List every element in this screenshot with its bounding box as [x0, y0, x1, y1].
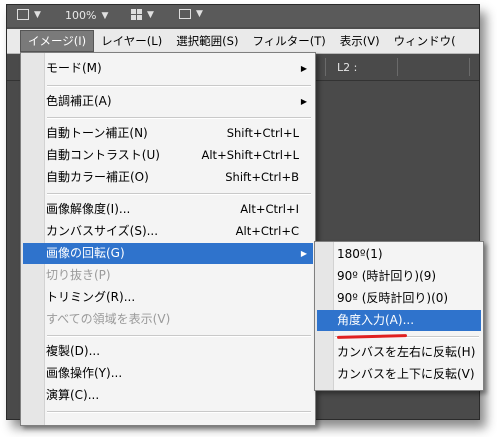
- menu-item-canvas-size[interactable]: カンバスサイズ(S)... Alt+Ctrl+C: [23, 221, 313, 242]
- menu-view[interactable]: 表示(V): [333, 31, 387, 51]
- menu-item-label: 画像の回転(G): [46, 246, 125, 260]
- menu-item-apply-image[interactable]: 画像操作(Y)...: [23, 363, 313, 384]
- arrange-documents-control[interactable]: ▼: [131, 9, 154, 20]
- menu-item-label: トリミング(R)...: [46, 290, 136, 304]
- screen-mode-icon: [17, 9, 29, 20]
- separator: [47, 117, 311, 119]
- chevron-down-icon: ▼: [34, 9, 41, 20]
- menu-select[interactable]: 選択範囲(S): [169, 31, 245, 51]
- menu-item-reveal-all: すべての領域を表示(V): [23, 309, 313, 330]
- menu-item-auto-contrast[interactable]: 自動コントラスト(U) Alt+Shift+Ctrl+L: [23, 145, 313, 166]
- divider: [397, 58, 398, 76]
- menu-item-trim[interactable]: トリミング(R)...: [23, 287, 313, 308]
- chevron-down-icon: ▼: [196, 9, 203, 19]
- menu-item-label: カンバスを上下に反転(V): [337, 367, 475, 381]
- submenu-arrow-icon: ▶: [300, 64, 307, 73]
- menu-item-label: 色調補正(A): [46, 94, 112, 108]
- rotation-submenu: 180º(1) 90º (時計回り)(9) 90º (反時計回り)(0) 角度入…: [314, 241, 484, 391]
- menu-item-label: 画像操作(Y)...: [46, 366, 123, 380]
- divider: [325, 58, 326, 76]
- menu-item-label: 自動トーン補正(N): [46, 126, 148, 140]
- menu-item-adjustments[interactable]: 色調補正(A) ▶: [23, 91, 313, 112]
- menu-image[interactable]: イメージ(I): [20, 30, 95, 52]
- chevron-down-icon: ▼: [147, 9, 154, 20]
- menu-item-label: カンバスを左右に反転(H): [337, 345, 476, 359]
- menu-item-image-size[interactable]: 画像解像度(I)... Alt+Ctrl+I: [23, 199, 313, 220]
- submenu-item-flip-vertical[interactable]: カンバスを上下に反転(V): [317, 364, 481, 385]
- menu-item-label: すべての領域を表示(V): [46, 312, 171, 326]
- shortcut-label: Shift+Ctrl+L: [226, 126, 299, 140]
- chevron-down-icon: ▼: [101, 10, 109, 21]
- shortcut-label: Alt+Ctrl+I: [240, 202, 299, 216]
- menu-item-label: モード(M): [46, 61, 102, 75]
- menu-item-label: 演算(C)...: [46, 388, 100, 402]
- menu-item-label: 切り抜き(P): [46, 268, 111, 282]
- menu-item-label: 180º(1): [337, 247, 383, 261]
- submenu-item-rotate-90-cw[interactable]: 90º (時計回り)(9): [317, 266, 481, 287]
- separator: [47, 193, 311, 195]
- separator: [47, 335, 311, 337]
- menu-item-label: カンバスサイズ(S)...: [46, 224, 159, 238]
- separator: [47, 411, 311, 413]
- menu-item-calculations[interactable]: 演算(C)...: [23, 385, 313, 406]
- screen-view-control[interactable]: ▼: [179, 9, 203, 19]
- zoom-level: 100%: [65, 9, 97, 22]
- separator: [47, 85, 311, 87]
- divider: [469, 58, 470, 76]
- menu-item-mode[interactable]: モード(M) ▶: [23, 58, 313, 79]
- menu-item-crop: 切り抜き(P): [23, 265, 313, 286]
- submenu-arrow-icon: ▶: [300, 249, 307, 258]
- menu-filter[interactable]: フィルター(T): [245, 31, 332, 51]
- l2-label: L2 :: [337, 61, 358, 74]
- menu-item-auto-color[interactable]: 自動カラー補正(O) Shift+Ctrl+B: [23, 167, 313, 188]
- application-bar: ▼ 100% ▼ ▼ ▼: [7, 5, 479, 27]
- menu-layer[interactable]: レイヤー(L): [94, 31, 169, 51]
- menu-item-label: 複製(D)...: [46, 344, 101, 358]
- submenu-item-rotate-90-ccw[interactable]: 90º (反時計回り)(0): [317, 288, 481, 309]
- menu-window[interactable]: ウィンドウ(: [387, 31, 463, 51]
- menu-item-label: 自動カラー補正(O): [46, 170, 149, 184]
- screen-mode-control[interactable]: ▼: [17, 9, 41, 20]
- menu-bar: イメージ(I) レイヤー(L) 選択範囲(S) フィルター(T) 表示(V) ウ…: [7, 29, 479, 54]
- menu-item-auto-tone[interactable]: 自動トーン補正(N) Shift+Ctrl+L: [23, 123, 313, 144]
- shortcut-label: Alt+Ctrl+C: [235, 224, 299, 238]
- menu-item-label: 画像解像度(I)...: [46, 202, 131, 216]
- screen-view-icon: [179, 9, 191, 19]
- shortcut-label: Alt+Shift+Ctrl+L: [201, 148, 300, 162]
- menu-item-label: 90º (反時計回り)(0): [337, 291, 449, 305]
- shortcut-label: Shift+Ctrl+B: [225, 170, 299, 184]
- menu-item-duplicate[interactable]: 複製(D)...: [23, 341, 313, 362]
- submenu-arrow-icon: ▶: [300, 97, 307, 106]
- menu-item-image-rotation[interactable]: 画像の回転(G) ▶: [23, 243, 313, 264]
- menu-item-label: 自動コントラスト(U): [46, 148, 160, 162]
- zoom-control[interactable]: 100% ▼: [65, 9, 108, 22]
- submenu-item-arbitrary-angle[interactable]: 角度入力(A)...: [317, 310, 481, 331]
- submenu-item-rotate-180[interactable]: 180º(1): [317, 244, 481, 265]
- menu-item-label: 角度入力(A)...: [337, 313, 415, 327]
- menu-item-label: 90º (時計回り)(9): [337, 269, 437, 283]
- submenu-item-flip-horizontal[interactable]: カンバスを左右に反転(H): [317, 342, 481, 363]
- arrange-grid-icon: [131, 9, 142, 20]
- image-menu: モード(M) ▶ 色調補正(A) ▶ 自動トーン補正(N) Shift+Ctrl…: [20, 52, 316, 426]
